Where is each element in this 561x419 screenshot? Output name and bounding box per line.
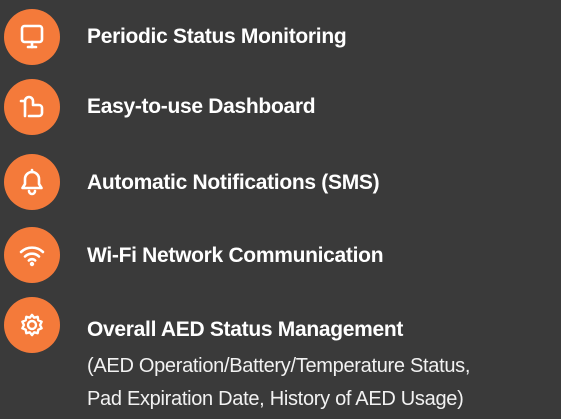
wifi-icon xyxy=(4,227,60,283)
dashboard-icon xyxy=(4,79,60,135)
feature-title: Periodic Status Monitoring xyxy=(87,25,347,48)
feature-description-line-2: Pad Expiration Date, History of AED Usag… xyxy=(87,388,464,410)
bell-icon xyxy=(4,154,60,210)
feature-title: Wi-Fi Network Communication xyxy=(87,244,384,267)
gear-icon xyxy=(4,297,60,353)
feature-description-line-1: (AED Operation/Battery/Temperature Statu… xyxy=(87,355,471,377)
feature-title: Overall AED Status Management xyxy=(87,318,404,341)
monitor-icon xyxy=(4,9,60,65)
feature-title: Easy-to-use Dashboard xyxy=(87,95,316,118)
feature-title: Automatic Notifications (SMS) xyxy=(87,171,380,194)
